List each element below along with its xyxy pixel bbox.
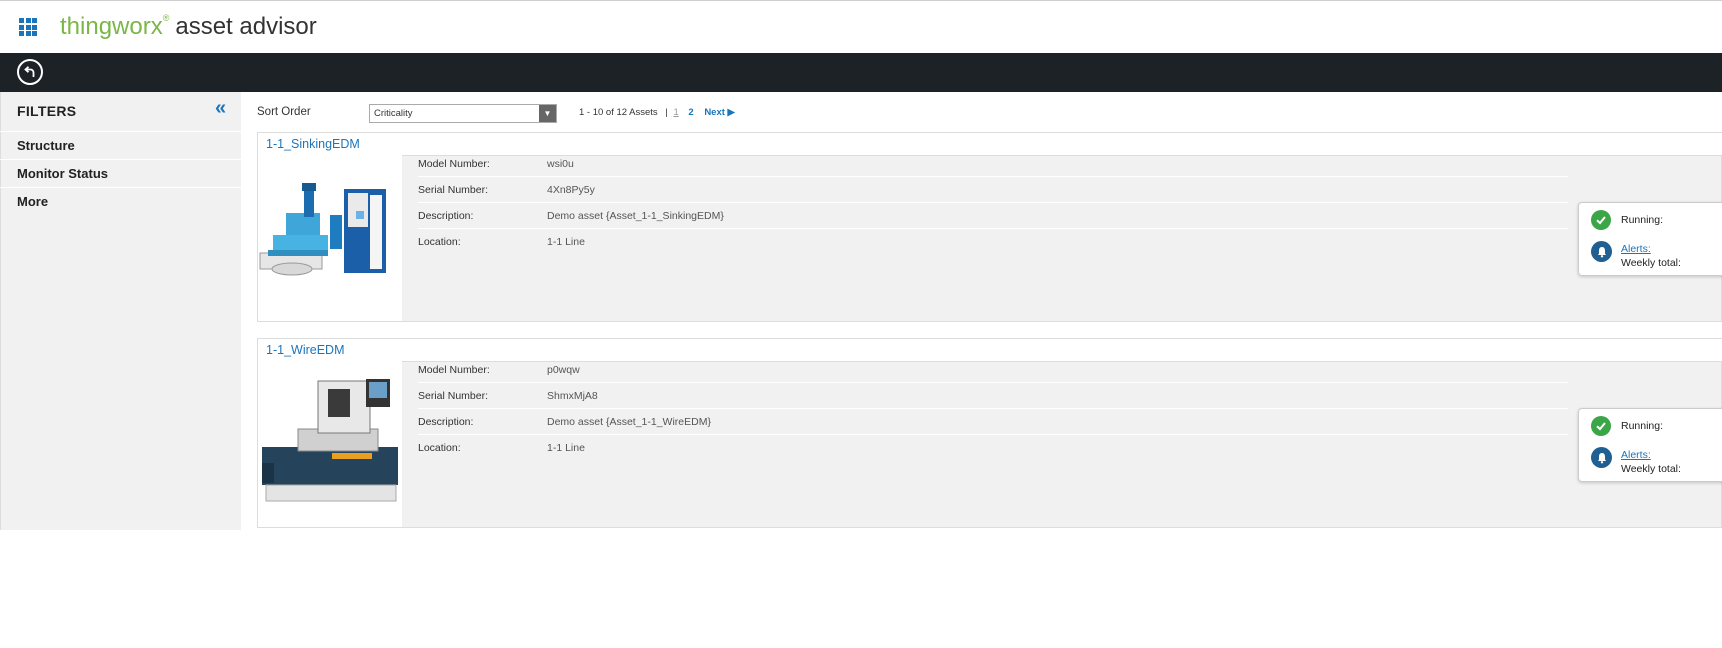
alerts-link[interactable]: Alerts: <box>1621 243 1651 255</box>
model-number-value: wsi0u <box>547 158 574 170</box>
property-row: Location: 1-1 Line <box>418 229 1568 254</box>
description-value: Demo asset {Asset_1-1_SinkingEDM} <box>547 210 724 222</box>
asset-card: 1-1_WireEDM Model Number: p0wqw Serial N… <box>257 338 1722 528</box>
alerts-link[interactable]: Alerts: <box>1621 449 1651 461</box>
back-arrow-icon <box>24 66 35 77</box>
app-launcher-icon[interactable] <box>19 18 37 36</box>
asset-image <box>258 361 402 527</box>
property-row: Description: Demo asset {Asset_1-1_Sinki… <box>418 203 1568 229</box>
property-row: Location: 1-1 Line <box>418 435 1568 460</box>
model-number-label: Model Number: <box>418 364 490 376</box>
back-button[interactable] <box>17 59 43 85</box>
serial-number-value: 4Xn8Py5y <box>547 184 595 196</box>
description-label: Description: <box>418 416 474 428</box>
dropdown-arrow-icon[interactable]: ▼ <box>539 105 556 122</box>
asset-status-panel: Running: Alerts: Weekly total: <box>1578 202 1722 276</box>
pagination: 1 - 10 of 12 Assets | 1 2 Next ▶ <box>579 107 735 118</box>
running-check-icon <box>1591 210 1611 230</box>
filter-more[interactable]: More <box>0 187 241 215</box>
running-label: Running: <box>1621 420 1664 432</box>
serial-number-label: Serial Number: <box>418 184 489 196</box>
sort-order-value: Criticality <box>374 108 413 119</box>
running-check-icon <box>1591 416 1611 436</box>
asset-properties: Model Number: wsi0u Serial Number: 4Xn8P… <box>418 151 1568 254</box>
location-value: 1-1 Line <box>547 236 585 248</box>
description-value: Demo asset {Asset_1-1_WireEDM} <box>547 416 711 428</box>
running-label: Running: <box>1621 214 1664 226</box>
property-row: Model Number: p0wqw <box>418 357 1568 383</box>
location-label: Location: <box>418 442 461 454</box>
results-range: 1 - 10 of 12 Assets <box>579 107 658 118</box>
property-row: Serial Number: ShmxMjA8 <box>418 383 1568 409</box>
page-1-link[interactable]: 1 <box>673 107 678 118</box>
sinking-edm-machine-image <box>259 183 386 276</box>
next-page-link[interactable]: Next ▶ <box>704 107 735 118</box>
nav-bar <box>0 53 1722 92</box>
brand-logo: thingworx® asset advisor <box>60 13 317 41</box>
brand-main: thingworx <box>60 13 163 40</box>
collapse-sidebar-icon[interactable]: « <box>215 98 226 118</box>
product-name: asset advisor <box>175 13 317 40</box>
model-number-label: Model Number: <box>418 158 490 170</box>
filter-structure[interactable]: Structure <box>0 131 241 159</box>
sort-order-label: Sort Order <box>257 106 311 118</box>
asset-image <box>258 155 402 321</box>
filter-monitor-status[interactable]: Monitor Status <box>0 159 241 187</box>
weekly-total-label: Weekly total: <box>1621 463 1681 475</box>
property-row: Model Number: wsi0u <box>418 151 1568 177</box>
alert-bell-icon <box>1591 241 1612 262</box>
model-number-value: p0wqw <box>547 364 580 376</box>
location-label: Location: <box>418 236 461 248</box>
asset-properties: Model Number: p0wqw Serial Number: ShmxM… <box>418 357 1568 460</box>
asset-card: 1-1_SinkingEDM Model Number: wsi0u Seria… <box>257 132 1722 322</box>
property-row: Serial Number: 4Xn8Py5y <box>418 177 1568 203</box>
filters-title: FILTERS <box>17 103 77 119</box>
pagination-separator: | <box>665 107 668 118</box>
alert-bell-icon <box>1591 447 1612 468</box>
sort-order-select[interactable]: Criticality ▼ <box>369 104 557 123</box>
serial-number-label: Serial Number: <box>418 390 489 402</box>
weekly-total-label: Weekly total: <box>1621 257 1681 269</box>
description-label: Description: <box>418 210 474 222</box>
page-2-link[interactable]: 2 <box>688 107 693 118</box>
serial-number-value: ShmxMjA8 <box>547 390 598 402</box>
brand-reg-mark: ® <box>162 13 170 23</box>
property-row: Description: Demo asset {Asset_1-1_WireE… <box>418 409 1568 435</box>
wire-edm-machine-image <box>262 379 398 502</box>
asset-name-link[interactable]: 1-1_WireEDM <box>266 343 345 357</box>
asset-status-panel: Running: Alerts: Weekly total: <box>1578 408 1722 482</box>
location-value: 1-1 Line <box>547 442 585 454</box>
asset-name-link[interactable]: 1-1_SinkingEDM <box>266 137 360 151</box>
